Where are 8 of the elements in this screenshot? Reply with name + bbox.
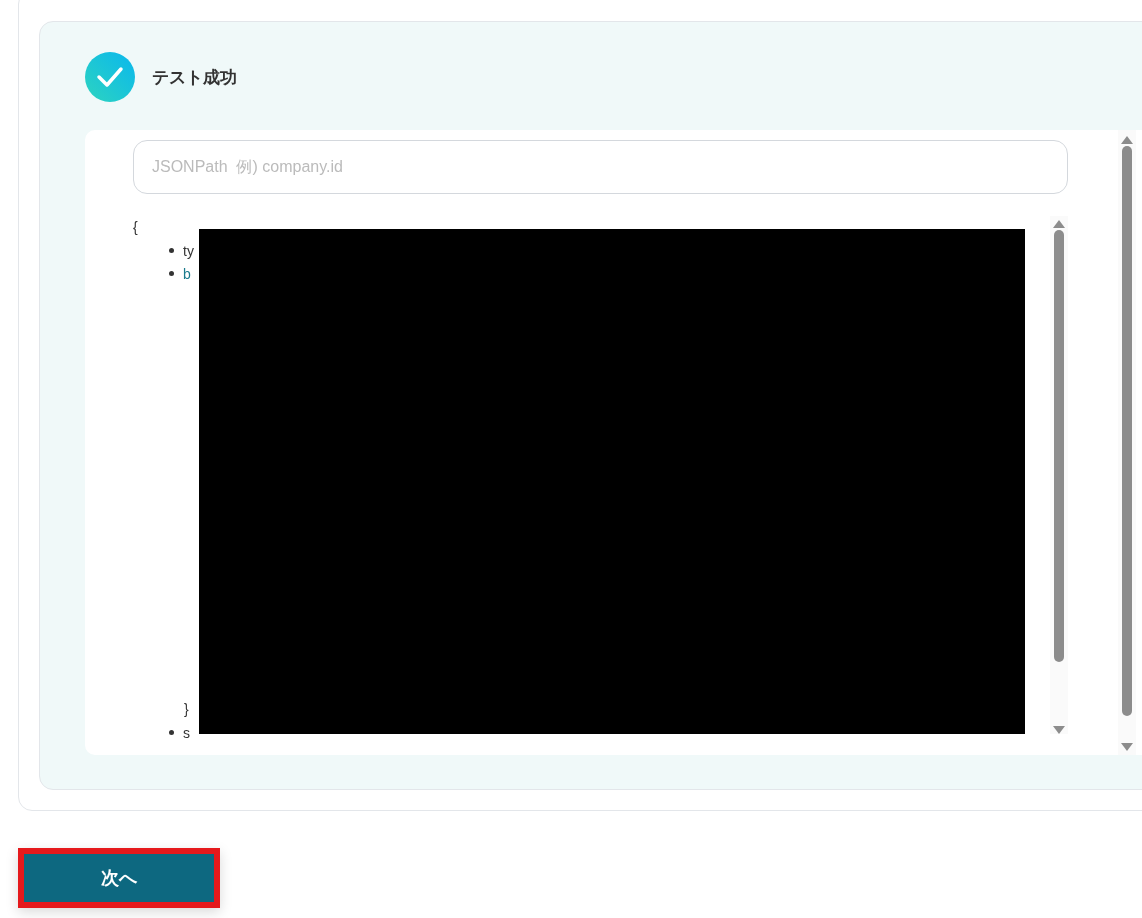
json-brace: { (133, 218, 138, 237)
json-key: ty (183, 242, 194, 259)
next-button[interactable]: 次へ (18, 848, 220, 908)
json-key: s (183, 724, 190, 741)
json-brace: } (184, 700, 189, 719)
json-key[interactable]: b (183, 265, 191, 282)
jsonpath-field[interactable]: JSONPath 例) company.id (133, 140, 1068, 194)
status-title: テスト成功 (152, 65, 237, 89)
